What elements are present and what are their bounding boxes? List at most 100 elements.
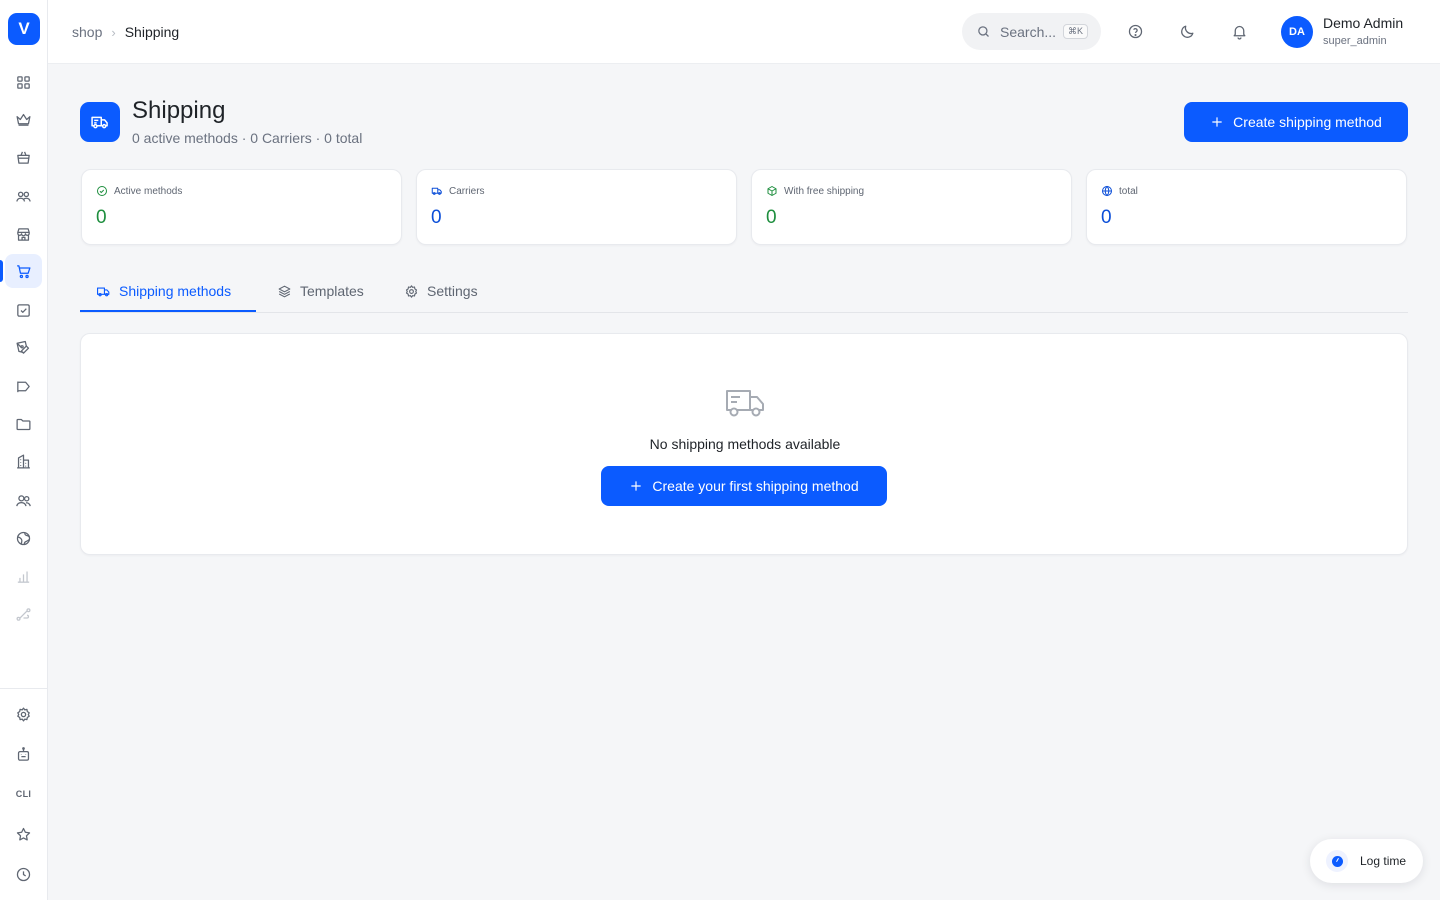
- sidebar-active-indicator: [0, 260, 3, 282]
- help-button[interactable]: [1124, 20, 1146, 42]
- search-shortcut: ⌘K: [1063, 24, 1089, 39]
- tab-settings[interactable]: Settings: [388, 270, 494, 312]
- check-circle-icon: [97, 186, 107, 196]
- tab-bar: Shipping methods Templates Settings: [80, 270, 1408, 313]
- active-tab-indicator: [80, 310, 256, 312]
- avatar[interactable]: DA: [1281, 16, 1313, 48]
- create-shipping-method-button[interactable]: Create shipping method: [1184, 102, 1408, 142]
- create-first-shipping-method-button[interactable]: Create your first shipping method: [601, 466, 887, 506]
- notifications-button[interactable]: [1228, 20, 1250, 42]
- user-group-icon: [16, 494, 31, 506]
- help-icon: [1128, 24, 1142, 38]
- breadcrumb: shop › Shipping: [72, 0, 179, 64]
- sidebar-item-store[interactable]: [5, 217, 42, 251]
- truck-icon: [726, 390, 764, 417]
- gear-icon: [405, 284, 418, 298]
- layers-icon: [278, 285, 291, 297]
- plus-icon: [1212, 117, 1222, 127]
- sidebar-item-cli[interactable]: CLI: [5, 777, 42, 811]
- stat-label: With free shipping: [784, 185, 865, 197]
- search-input[interactable]: Search... ⌘K: [962, 13, 1101, 50]
- create-first-shipping-method-label: Create your first shipping method: [652, 478, 859, 494]
- user-role: super_admin: [1323, 35, 1387, 47]
- tab-label: Shipping methods: [119, 283, 232, 299]
- tab-label: Templates: [300, 283, 364, 299]
- sidebar: V CLI: [0, 0, 48, 900]
- gear-icon: [17, 706, 30, 722]
- app-logo[interactable]: V: [8, 13, 40, 45]
- stat-label: Active methods: [114, 185, 183, 197]
- sidebar-item-favorites[interactable]: [5, 817, 42, 851]
- tab-label: Settings: [427, 283, 478, 299]
- sidebar-item-team[interactable]: [5, 483, 42, 517]
- sidebar-item-users[interactable]: [5, 179, 42, 213]
- page-subtitle: 0 active methods · 0 Carriers · 0 total: [132, 130, 363, 146]
- crown-icon: [16, 113, 31, 126]
- log-time-button[interactable]: Log time: [1310, 839, 1423, 883]
- empty-state-message: No shipping methods available: [649, 436, 841, 452]
- sidebar-item-shopping-cart[interactable]: [5, 254, 42, 288]
- sidebar-item-analytics[interactable]: [5, 559, 42, 593]
- stat-value: 0: [431, 207, 442, 228]
- stat-card-free-shipping: With free shipping 0: [751, 169, 1072, 245]
- sidebar-item-files[interactable]: [5, 407, 42, 441]
- truck-icon: [431, 187, 442, 195]
- users-icon: [16, 191, 31, 202]
- moon-icon: [1180, 25, 1193, 38]
- timer-icon: [1326, 850, 1348, 872]
- log-time-label: Log time: [1360, 854, 1407, 868]
- create-shipping-method-label: Create shipping method: [1233, 114, 1382, 130]
- stat-card-total: total 0: [1086, 169, 1407, 245]
- sidebar-item-marketing[interactable]: [5, 369, 42, 403]
- search-placeholder: Search...: [1000, 23, 1057, 40]
- store-icon: [17, 227, 30, 241]
- sidebar-item-settings[interactable]: [5, 697, 42, 731]
- stat-label: Carriers: [449, 185, 485, 197]
- sidebar-item-history[interactable]: [5, 857, 42, 891]
- chevron-right-icon: ›: [111, 24, 116, 40]
- robot-icon: [17, 746, 30, 761]
- folder-icon: [16, 418, 31, 430]
- stat-value: 0: [1101, 207, 1112, 228]
- globe-icon: [1102, 185, 1112, 197]
- theme-toggle-button[interactable]: [1176, 20, 1198, 42]
- shopping-cart-icon: [17, 264, 31, 278]
- breadcrumb-parent[interactable]: shop: [72, 24, 102, 40]
- truck-icon: [91, 116, 108, 129]
- stat-value: 0: [766, 207, 777, 228]
- sidebar-item-web[interactable]: [5, 521, 42, 555]
- tab-templates[interactable]: Templates: [261, 270, 380, 312]
- clock-icon: [16, 867, 31, 881]
- route-icon: [16, 607, 31, 621]
- user-name[interactable]: Demo Admin: [1323, 15, 1403, 31]
- sidebar-item-crown[interactable]: [5, 102, 42, 136]
- sidebar-separator: [0, 688, 48, 689]
- sidebar-item-shopping-bag[interactable]: [5, 140, 42, 174]
- stat-label-row: total: [1101, 185, 1138, 197]
- page-title: Shipping: [132, 97, 226, 124]
- checkbox-icon: [17, 303, 30, 317]
- stat-card-active-methods: Active methods 0: [81, 169, 402, 245]
- page-icon: [80, 102, 120, 142]
- building-icon: [17, 453, 30, 469]
- sidebar-item-routes[interactable]: [5, 597, 42, 631]
- shipping-methods-panel: No shipping methods available Create you…: [80, 333, 1408, 555]
- package-icon: [767, 186, 777, 196]
- breadcrumb-current: Shipping: [124, 24, 180, 40]
- plus-icon: [631, 481, 642, 491]
- stat-value: 0: [96, 207, 107, 228]
- globe-icon: [16, 531, 31, 545]
- cli-label: CLI: [15, 789, 32, 799]
- stat-label: total: [1119, 185, 1138, 197]
- truck-icon: [97, 287, 110, 296]
- sidebar-item-ai[interactable]: [5, 737, 42, 771]
- megaphone-icon: [17, 381, 30, 392]
- sidebar-item-tasks[interactable]: [5, 293, 42, 327]
- sidebar-item-design[interactable]: [5, 330, 42, 364]
- sidebar-item-dashboard[interactable]: [5, 65, 42, 99]
- bar-chart-icon: [17, 571, 30, 583]
- stat-label-row: Active methods: [96, 185, 182, 197]
- topbar: shop › Shipping Search... ⌘K DA Demo Adm…: [48, 0, 1440, 64]
- sidebar-item-company[interactable]: [5, 444, 42, 478]
- tab-shipping-methods[interactable]: Shipping methods: [80, 270, 247, 312]
